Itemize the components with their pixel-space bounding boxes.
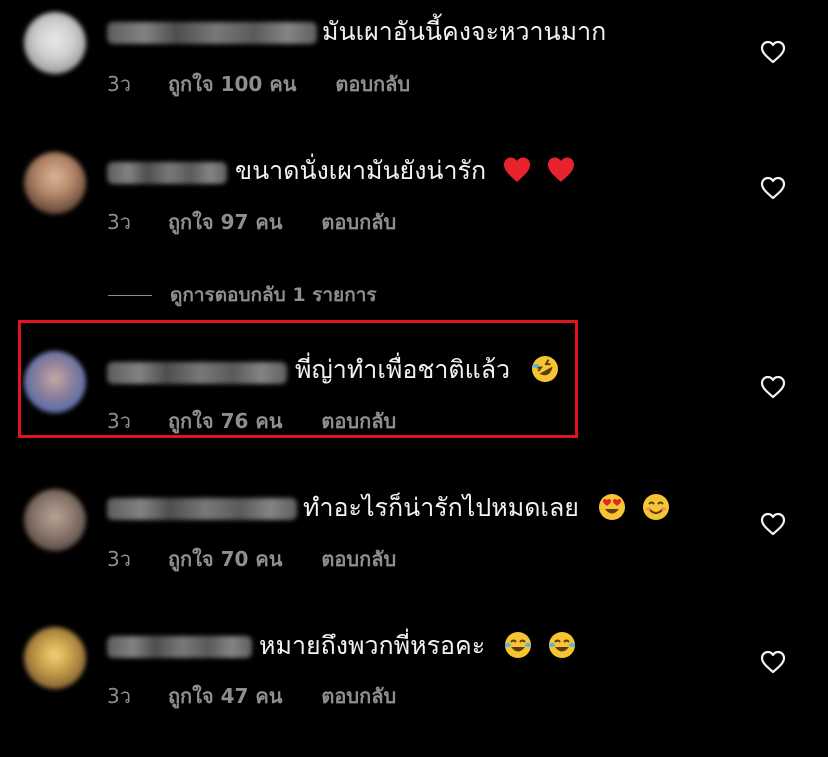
heart-outline-icon[interactable] (760, 176, 786, 200)
avatar[interactable] (24, 12, 86, 74)
comment-time: 3ว (107, 72, 131, 96)
likes-count[interactable]: ถูกใจ 97 คน (168, 206, 283, 238)
comment-time: 3ว (107, 547, 131, 571)
comment-text-content: หมายถึงพวกพี่หรอคะ (259, 631, 486, 660)
reply-button[interactable]: ตอบกลับ (321, 543, 396, 575)
smiling-face-emoji-icon (642, 494, 669, 520)
comment-meta: 3ว ถูกใจ 100 คน ตอบกลับ (107, 68, 410, 100)
username-blurred[interactable] (107, 22, 317, 44)
avatar[interactable] (24, 489, 86, 551)
likes-count[interactable]: ถูกใจ 100 คน (168, 68, 296, 100)
heart-outline-icon[interactable] (760, 40, 786, 64)
avatar[interactable] (24, 627, 86, 689)
comment-text-content: ทำอะไรก็น่ารักไปหมดเลย (303, 493, 579, 522)
heart-outline-icon[interactable] (760, 512, 786, 536)
comment-meta: 3ว ถูกใจ 70 คน ตอบกลับ (107, 543, 396, 575)
heart-outline-icon[interactable] (760, 650, 786, 674)
comment-text: ทำอะไรก็น่ารักไปหมดเลย (303, 492, 671, 523)
comment-time: 3ว (107, 684, 131, 708)
highlight-box (18, 320, 578, 438)
comment-time: 3ว (107, 210, 131, 234)
heart-outline-icon[interactable] (760, 375, 786, 399)
comment-text: หมายถึงพวกพี่หรอคะ (259, 630, 577, 661)
likes-count[interactable]: ถูกใจ 47 คน (168, 680, 283, 712)
username-blurred[interactable] (107, 162, 227, 184)
reply-button[interactable]: ตอบกลับ (321, 680, 396, 712)
avatar[interactable] (24, 152, 86, 214)
username-blurred[interactable] (107, 498, 297, 520)
reply-button[interactable]: ตอบกลับ (321, 206, 396, 238)
reply-button[interactable]: ตอบกลับ (335, 68, 410, 100)
comment-text: ขนาดนั่งเผามันยังน่ารัก (235, 155, 576, 186)
comment-meta: 3ว ถูกใจ 47 คน ตอบกลับ (107, 680, 396, 712)
comment-text-content: ขนาดนั่งเผามันยังน่ารัก (235, 156, 487, 185)
view-replies-label: ดูการตอบกลับ 1 รายการ (170, 284, 377, 306)
username-blurred[interactable] (107, 636, 252, 658)
comment-text: มันเผาอันนี้คงจะหวานมาก (322, 17, 607, 46)
heart-eyes-emoji-icon (598, 494, 625, 520)
likes-count[interactable]: ถูกใจ 70 คน (168, 543, 283, 575)
red-heart-emoji-icon (504, 157, 531, 182)
tears-of-joy-emoji-icon (549, 632, 576, 658)
replies-divider-line (108, 295, 152, 296)
red-heart-emoji-icon (548, 157, 575, 182)
view-replies-button[interactable]: ดูการตอบกลับ 1 รายการ (108, 280, 377, 306)
tears-of-joy-emoji-icon (505, 632, 532, 658)
comment-meta: 3ว ถูกใจ 97 คน ตอบกลับ (107, 206, 396, 238)
